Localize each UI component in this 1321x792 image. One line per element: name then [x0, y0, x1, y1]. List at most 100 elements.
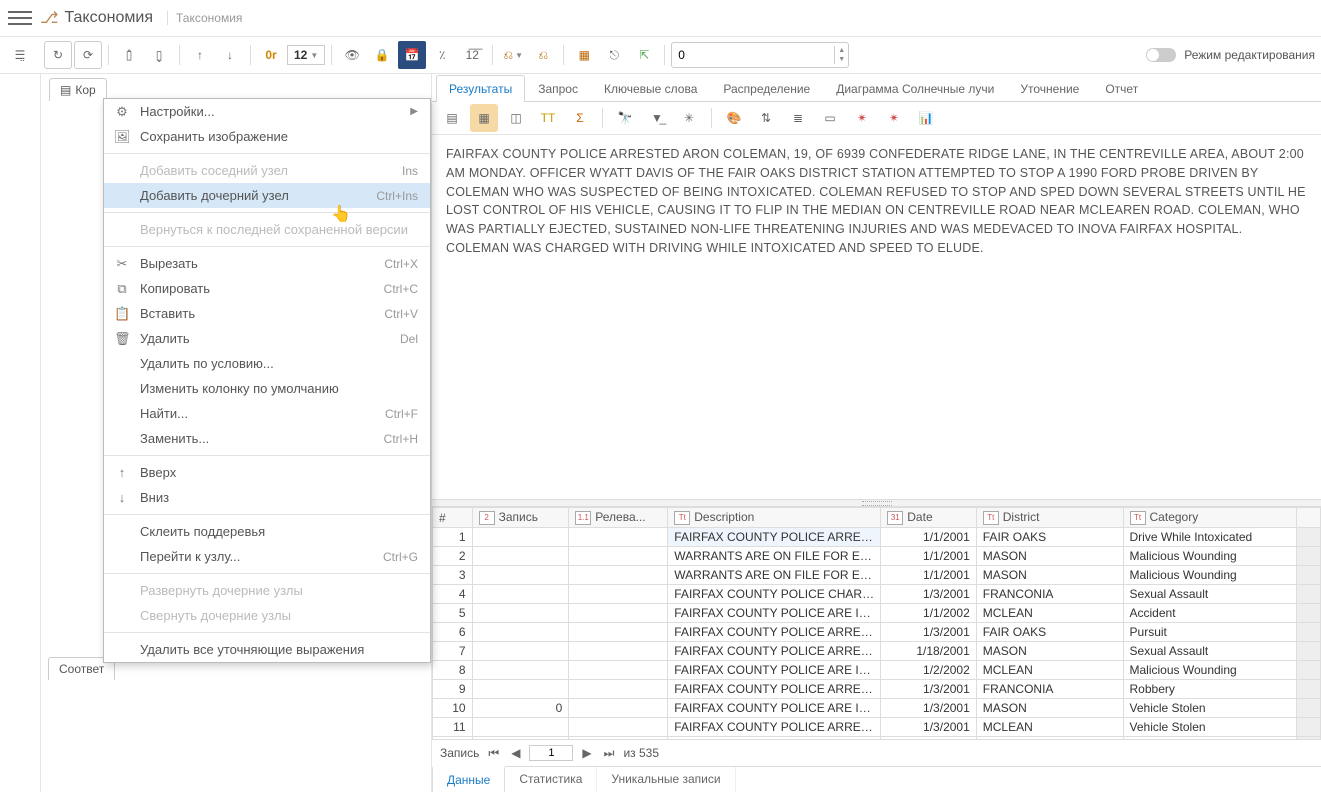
table-row[interactable]: 11FAIRFAX COUNTY POLICE ARRESTE1/3/2001M…: [433, 718, 1321, 737]
bottom-tab-0[interactable]: Данные: [432, 766, 505, 792]
tab-0[interactable]: Результаты: [436, 75, 525, 102]
ctx-remove-refine[interactable]: Удалить все уточняющие выражения: [104, 637, 430, 662]
number-input-box[interactable]: ▲▼: [671, 42, 849, 68]
ctx-replace[interactable]: Заменить...Ctrl+H: [104, 426, 430, 451]
table-row[interactable]: 1FAIRFAX COUNTY POLICE ARRESTE1/1/2001FA…: [433, 528, 1321, 547]
results-grid[interactable]: #2Запись1.1Релева...TtDescription31DateT…: [432, 507, 1321, 739]
table-row[interactable]: 2WARRANTS ARE ON FILE FOR EDU1/1/2001MAS…: [433, 547, 1321, 566]
bottom-tab-2[interactable]: Уникальные записи: [597, 767, 735, 792]
ctx-change-col[interactable]: Изменить колонку по умолчанию: [104, 376, 430, 401]
tree-icon-btn[interactable]: ⎋: [600, 41, 628, 69]
col-header[interactable]: TtDistrict: [976, 508, 1123, 528]
pager-label: Запись: [440, 746, 479, 760]
spin-down[interactable]: ▼: [835, 55, 848, 64]
tab-3[interactable]: Распределение: [710, 75, 823, 102]
table-row[interactable]: 3WARRANTS ARE ON FILE FOR EDU1/1/2001MAS…: [433, 566, 1321, 585]
col-header[interactable]: 2Запись: [472, 508, 569, 528]
tree-root-tab[interactable]: ▤ Кор: [49, 78, 107, 101]
ctx-add-sibling: Добавить соседний узелIns: [104, 158, 430, 183]
table-row[interactable]: 7FAIRFAX COUNTY POLICE ARRESTE1/18/2001M…: [433, 642, 1321, 661]
ctx-save-image[interactable]: 🖼Сохранить изображение: [104, 124, 430, 149]
hierarchy2-icon[interactable]: ⎌: [529, 41, 557, 69]
ctx-revert: Вернуться к последней сохраненной версии: [104, 217, 430, 242]
col-header[interactable]: #: [433, 508, 473, 528]
tab-2[interactable]: Ключевые слова: [591, 75, 710, 102]
edit-mode-toggle[interactable]: [1146, 48, 1176, 62]
edit-mode-label: Режим редактирования: [1184, 48, 1315, 62]
eye-icon[interactable]: 👁: [338, 41, 366, 69]
paste-icon: 📋: [114, 306, 130, 322]
ctx-settings[interactable]: ⚙Настройки...▶: [104, 99, 430, 124]
pager-prev[interactable]: ◀: [508, 746, 523, 760]
table-row[interactable]: 8FAIRFAX COUNTY POLICE ARE INVE1/2/2002M…: [433, 661, 1321, 680]
pager-next[interactable]: ▶: [579, 746, 594, 760]
table-row[interactable]: 6FAIRFAX COUNTY POLICE ARRESTE1/3/2001FA…: [433, 623, 1321, 642]
col-header[interactable]: 31Date: [881, 508, 977, 528]
arrow-down-icon[interactable]: ↓: [216, 41, 244, 69]
pager-first[interactable]: ⏮: [485, 746, 502, 761]
pager-last[interactable]: ⏭: [601, 746, 618, 761]
tab-4[interactable]: Диаграмма Солнечные лучи: [823, 75, 1007, 102]
pager-input[interactable]: [529, 745, 573, 761]
hamburger-menu[interactable]: [8, 11, 32, 25]
st-doc-icon[interactable]: ▤: [438, 104, 466, 132]
st-list-icon[interactable]: ≣: [784, 104, 812, 132]
st-sort-icon[interactable]: ⇅: [752, 104, 780, 132]
st-binoc-icon[interactable]: 🔭: [611, 104, 639, 132]
arrow-up-icon[interactable]: ↑: [186, 41, 214, 69]
st-card-icon[interactable]: ▭: [816, 104, 844, 132]
number-input[interactable]: [672, 48, 834, 62]
ctx-down[interactable]: ↓Вниз: [104, 485, 430, 510]
st-tt-icon[interactable]: TT: [534, 104, 562, 132]
tree-up-icon[interactable]: ▯̂: [115, 41, 143, 69]
font-size-selector[interactable]: 12▼: [287, 45, 325, 65]
tab-5[interactable]: Уточнение: [1007, 75, 1092, 102]
calendar-icon[interactable]: 📅: [398, 41, 426, 69]
col-header[interactable]: TtDescription: [668, 508, 881, 528]
hierarchy-icon[interactable]: ⎌▼: [499, 41, 527, 69]
table-row[interactable]: 4FAIRFAX COUNTY POLICE CHARGE1/3/2001FRA…: [433, 585, 1321, 604]
st-filter-icon[interactable]: ▼̲: [643, 104, 671, 132]
col-header[interactable]: TtCategory: [1123, 508, 1296, 528]
ctx-copy[interactable]: ⧉КопироватьCtrl+C: [104, 276, 430, 301]
horizontal-splitter[interactable]: [432, 499, 1321, 507]
st-gear-icon[interactable]: ✳: [675, 104, 703, 132]
refresh-button[interactable]: ↻: [44, 41, 72, 69]
export-icon[interactable]: ⇱: [630, 41, 658, 69]
ctx-goto[interactable]: Перейти к узлу...Ctrl+G: [104, 544, 430, 569]
st-sigma-icon[interactable]: Σ: [566, 104, 594, 132]
ctx-delete-cond[interactable]: Удалить по условию...: [104, 351, 430, 376]
ctx-delete[interactable]: 🗑УдалитьDel: [104, 326, 430, 351]
settings-gutter-icon[interactable]: ☰̤: [6, 41, 34, 69]
lock-icon[interactable]: 🔒: [368, 41, 396, 69]
ctx-find[interactable]: Найти...Ctrl+F: [104, 401, 430, 426]
reload-button[interactable]: ⟳: [74, 41, 102, 69]
bottom-tab-1[interactable]: Статистика: [505, 767, 597, 792]
ctx-add-child[interactable]: Добавить дочерний узелCtrl+Ins: [104, 183, 430, 208]
square-icon[interactable]: ▦: [570, 41, 598, 69]
zero-r-button[interactable]: 0r: [257, 41, 285, 69]
ctx-up[interactable]: ↑Вверх: [104, 460, 430, 485]
percent-icon[interactable]: ٪: [428, 41, 456, 69]
date-12-icon[interactable]: 1̅2̅: [458, 41, 486, 69]
st-chart-icon[interactable]: 📊: [912, 104, 940, 132]
st-spark1-icon[interactable]: ✴: [848, 104, 876, 132]
tab-1[interactable]: Запрос: [525, 75, 591, 102]
st-spark2-icon[interactable]: ✴: [880, 104, 908, 132]
tree-down-icon[interactable]: ▯̬: [145, 41, 173, 69]
st-split-icon[interactable]: ◫: [502, 104, 530, 132]
ctx-cut[interactable]: ✂ВырезатьCtrl+X: [104, 251, 430, 276]
tab-6[interactable]: Отчет: [1092, 75, 1151, 102]
st-orange-icon[interactable]: ▦: [470, 104, 498, 132]
col-header[interactable]: 1.1Релева...: [569, 508, 668, 528]
spin-up[interactable]: ▲: [835, 46, 848, 55]
tree-icon: ⎇: [40, 8, 58, 28]
table-row[interactable]: 5FAIRFAX COUNTY POLICE ARE INVE1/1/2002M…: [433, 604, 1321, 623]
table-row[interactable]: 9FAIRFAX COUNTY POLICE ARRESTE1/3/2001FR…: [433, 680, 1321, 699]
table-row[interactable]: 100FAIRFAX COUNTY POLICE ARE INVE1/3/200…: [433, 699, 1321, 718]
ctx-paste[interactable]: 📋ВставитьCtrl+V: [104, 301, 430, 326]
ctx-merge[interactable]: Склеить поддеревья: [104, 519, 430, 544]
doc-icon: ▤: [60, 83, 71, 97]
table-row[interactable]: 122ANIMAL CRUELTY Fairfax County P1/30/2…: [433, 737, 1321, 739]
st-palette-icon[interactable]: 🎨: [720, 104, 748, 132]
